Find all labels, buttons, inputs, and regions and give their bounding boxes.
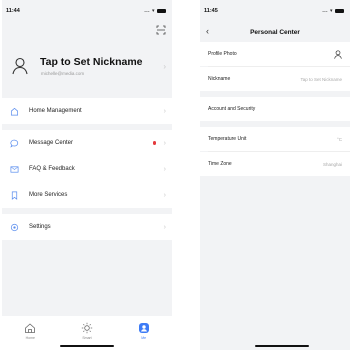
tab-me[interactable]: Me bbox=[129, 322, 159, 340]
settings-group-profile: Profile Photo Nickname Tap to Set Nickna… bbox=[200, 42, 350, 91]
bookmark-icon bbox=[11, 191, 18, 200]
sun-icon bbox=[81, 322, 93, 334]
battery-icon bbox=[335, 8, 344, 14]
nav-bar: ‹ Personal Center bbox=[200, 22, 350, 42]
menu-item-label: Message Center bbox=[29, 140, 74, 146]
unread-badge bbox=[152, 141, 156, 145]
row-value: Tap to Set Nickname bbox=[300, 76, 342, 82]
gear-icon bbox=[10, 223, 19, 231]
wifi-icon: ▾ bbox=[329, 8, 333, 14]
menu-item-faq-feedback[interactable]: FAQ & Feedback › bbox=[2, 156, 172, 182]
settings-group-account: Account and Security bbox=[200, 97, 350, 121]
profile-text: Tap to Set Nickname michelle@media.com bbox=[40, 56, 143, 76]
row-account-security[interactable]: Account and Security bbox=[200, 97, 350, 121]
row-label: Temperature Unit bbox=[208, 136, 247, 142]
menu-group-settings: Settings › bbox=[2, 214, 172, 240]
chevron-right-icon: › bbox=[163, 165, 166, 173]
menu-item-label: Settings bbox=[29, 224, 51, 230]
menu-item-label: More Services bbox=[29, 192, 68, 198]
scan-row bbox=[2, 22, 172, 40]
home-icon bbox=[25, 323, 36, 333]
chevron-right-icon: › bbox=[163, 139, 166, 147]
home-indicator bbox=[60, 344, 114, 347]
menu-group-services: Message Center › FAQ & Feedback › More S… bbox=[2, 130, 172, 208]
user-filled-icon bbox=[138, 323, 149, 333]
home-indicator bbox=[255, 344, 309, 347]
chevron-right-icon: › bbox=[163, 191, 166, 199]
page-title: Personal Center bbox=[250, 28, 300, 36]
row-label: Nickname bbox=[208, 76, 231, 82]
status-time: 11:44 bbox=[6, 8, 20, 14]
menu-item-more-services[interactable]: More Services › bbox=[2, 182, 172, 208]
signal-icon: ... bbox=[144, 8, 150, 14]
row-nickname[interactable]: Nickname Tap to Set Nickname bbox=[200, 67, 350, 91]
menu-item-settings[interactable]: Settings › bbox=[2, 214, 172, 240]
avatar-icon bbox=[12, 57, 28, 75]
wifi-icon: ▾ bbox=[151, 8, 155, 14]
scan-icon[interactable] bbox=[156, 25, 166, 35]
row-profile-photo[interactable]: Profile Photo bbox=[200, 42, 350, 66]
message-icon bbox=[10, 139, 19, 148]
menu-item-message-center[interactable]: Message Center › bbox=[2, 130, 172, 156]
tab-label: Me bbox=[141, 336, 147, 340]
menu-item-label: Home Management bbox=[29, 108, 82, 114]
menu-group-home: Home Management › bbox=[2, 98, 172, 124]
personal-center-screen: 11:45 ... ▾ ‹ Personal Center Profile Ph… bbox=[200, 0, 350, 350]
row-time-zone[interactable]: Time Zone Shanghai bbox=[200, 152, 350, 176]
status-bar: 11:44 ... ▾ bbox=[2, 0, 172, 22]
status-icons: ... ▾ bbox=[322, 8, 344, 14]
email-label: michelle@media.com bbox=[41, 71, 85, 76]
tab-label: Smart bbox=[82, 336, 92, 340]
feedback-icon bbox=[10, 165, 19, 173]
row-label: Account and Security bbox=[208, 106, 256, 112]
tab-bar: Home Smart Me bbox=[2, 316, 172, 350]
chevron-right-icon: › bbox=[163, 61, 166, 71]
row-value: °C bbox=[336, 136, 342, 142]
status-time: 11:45 bbox=[204, 8, 218, 14]
menu-item-home-management[interactable]: Home Management › bbox=[2, 98, 172, 124]
profile-header[interactable]: Tap to Set Nickname michelle@media.com › bbox=[2, 40, 172, 92]
back-icon[interactable]: ‹ bbox=[206, 26, 209, 36]
chevron-right-icon: › bbox=[163, 107, 166, 115]
status-bar: 11:45 ... ▾ bbox=[200, 0, 350, 22]
tab-home[interactable]: Home bbox=[15, 322, 45, 340]
row-label: Profile Photo bbox=[208, 51, 237, 57]
row-value: Shanghai bbox=[322, 161, 342, 167]
home-outline-icon bbox=[10, 107, 19, 115]
settings-group-prefs: Temperature Unit °C Time Zone Shanghai bbox=[200, 127, 350, 176]
tab-smart[interactable]: Smart bbox=[72, 322, 102, 340]
row-temperature-unit[interactable]: Temperature Unit °C bbox=[200, 127, 350, 151]
menu-item-label: FAQ & Feedback bbox=[29, 166, 75, 172]
tab-label: Home bbox=[25, 336, 35, 340]
me-screen: 11:44 ... ▾ Tap to Set Nickname michelle… bbox=[2, 0, 172, 350]
status-icons: ... ▾ bbox=[144, 8, 166, 14]
signal-icon: ... bbox=[322, 8, 328, 14]
avatar-icon bbox=[334, 49, 342, 59]
battery-icon bbox=[157, 8, 166, 14]
row-label: Time Zone bbox=[208, 161, 232, 167]
nickname-label: Tap to Set Nickname bbox=[40, 56, 143, 68]
chevron-right-icon: › bbox=[163, 223, 166, 231]
